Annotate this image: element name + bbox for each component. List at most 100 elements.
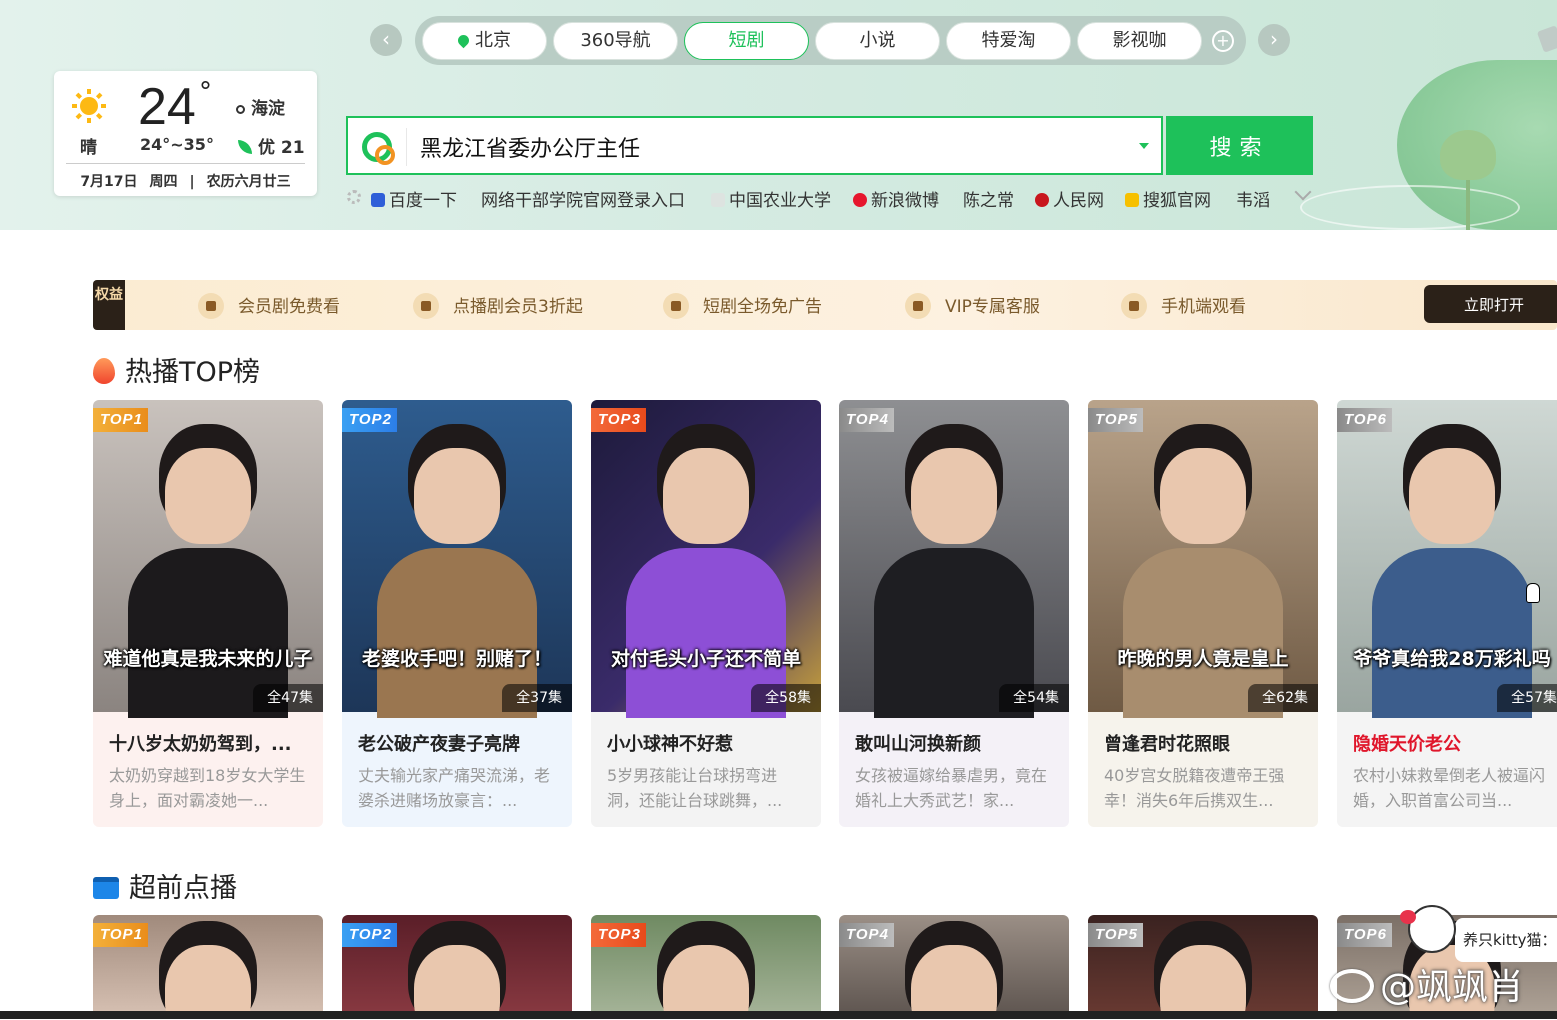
drama-title: 敢叫山河换新颜 bbox=[855, 734, 981, 755]
date-separator: | bbox=[189, 174, 195, 190]
drama-poster bbox=[165, 945, 251, 1019]
plus-circle-icon[interactable]: + bbox=[1212, 30, 1234, 52]
episode-count: 全47集 bbox=[253, 684, 323, 712]
weekday: 周四 bbox=[149, 174, 178, 190]
current-temperature: 24 bbox=[138, 78, 196, 136]
divider bbox=[66, 163, 305, 164]
quick-link-baidu[interactable]: 百度一下 bbox=[371, 186, 457, 211]
quick-link-people[interactable]: 人民网 bbox=[1035, 186, 1104, 211]
drama-card[interactable]: TOP2 老婆收手吧！别赌了！ 全37集 老公破产夜妻子亮牌 丈夫输光家产痛哭流… bbox=[342, 400, 572, 827]
quick-link-cau[interactable]: 中国农业大学 bbox=[711, 186, 831, 211]
bow-icon bbox=[1400, 910, 1416, 924]
rank-badge: TOP6 bbox=[1337, 923, 1392, 947]
caret-down-icon[interactable] bbox=[1139, 143, 1149, 149]
temperature-range: 24°~35° bbox=[140, 135, 214, 154]
quick-link-chenzhichang[interactable]: 陈之常 bbox=[963, 186, 1014, 211]
location-icon bbox=[236, 105, 245, 114]
tab-beijing[interactable]: 北京 bbox=[422, 22, 547, 60]
gear-icon[interactable] bbox=[347, 190, 361, 204]
tab-yingshika[interactable]: 影视咖 bbox=[1077, 22, 1202, 60]
rank-badge: TOP4 bbox=[839, 923, 894, 947]
rank-badge: TOP1 bbox=[93, 923, 148, 947]
benefit-item[interactable]: VIP专属客服 bbox=[905, 292, 1040, 319]
poster-caption: 昨晚的男人竟是皇上 bbox=[1117, 648, 1289, 670]
ticket-icon bbox=[413, 293, 439, 319]
lunar-date: 农历六月廿三 bbox=[206, 174, 291, 190]
weather-widget[interactable]: 晴 24 ° 24°~35° 海淀 优 21 7月17日 周四 | 农历六月廿三 bbox=[54, 71, 317, 196]
degree-symbol: ° bbox=[199, 77, 212, 107]
rank-badge: TOP3 bbox=[591, 923, 646, 947]
rank-badge: TOP2 bbox=[342, 408, 397, 432]
no-ads-icon bbox=[663, 293, 689, 319]
drama-description: 丈夫输光家产痛哭流涕，老婆杀进赌场放豪言：... bbox=[358, 766, 551, 810]
rank-badge: TOP3 bbox=[591, 408, 646, 432]
water-ripple-decoration bbox=[1300, 185, 1520, 230]
drama-description: 女孩被逼嫁给暴虐男，竟在婚礼上大秀武艺！家... bbox=[855, 766, 1048, 810]
hello-kitty-icon[interactable] bbox=[1408, 905, 1456, 953]
benefit-item[interactable]: 手机端观看 bbox=[1121, 292, 1246, 319]
preview-card[interactable]: TOP2 bbox=[342, 915, 572, 1019]
poster-caption: 对付毛头小子还不简单 bbox=[610, 648, 801, 670]
episode-count: 全58集 bbox=[751, 684, 821, 712]
rank-badge: TOP5 bbox=[1088, 408, 1143, 432]
drama-title: 十八岁太奶奶驾到，... bbox=[109, 734, 292, 755]
preview-card[interactable]: TOP5 bbox=[1088, 915, 1318, 1019]
poster-caption: 爷爷真给我28万彩礼吗 bbox=[1353, 648, 1551, 670]
preview-card[interactable]: TOP3 bbox=[591, 915, 821, 1019]
pet-speech-bubble: 养只kitty猫： bbox=[1455, 918, 1557, 962]
episode-count: 全54集 bbox=[999, 684, 1069, 712]
drama-description: 5岁男孩能让台球拐弯进洞，还能让台球跳舞，... bbox=[607, 766, 783, 810]
search-box bbox=[346, 116, 1163, 175]
360-search-logo[interactable] bbox=[362, 132, 395, 165]
drama-card[interactable]: TOP4 全54集 敢叫山河换新颜 女孩被逼嫁给暴虐男，竟在婚礼上大秀武艺！家.… bbox=[839, 400, 1069, 827]
search-button[interactable]: 搜索 bbox=[1166, 116, 1313, 175]
weather-location[interactable]: 海淀 bbox=[236, 94, 285, 119]
episode-count: 全37集 bbox=[502, 684, 572, 712]
lotus-stem-decoration bbox=[1466, 175, 1470, 230]
vip-diamond-icon bbox=[905, 293, 931, 319]
quick-link-cadre-college[interactable]: 网络干部学院官网登录入口 bbox=[481, 186, 685, 211]
benefit-item[interactable]: 点播剧会员3折起 bbox=[413, 292, 583, 319]
benefit-item[interactable]: 会员剧免费看 bbox=[198, 292, 340, 319]
taskbar-edge bbox=[0, 1011, 1557, 1019]
skin-icon[interactable] bbox=[1536, 25, 1557, 53]
tab-teaitao[interactable]: 特爱淘 bbox=[946, 22, 1071, 60]
page-icon bbox=[711, 193, 725, 207]
section-title-hot: 热播TOP榜 bbox=[93, 350, 260, 389]
tab-360-nav[interactable]: 360导航 bbox=[553, 22, 678, 60]
drama-description: 40岁宫女脱籍夜遭帝王强幸！消失6年后携双生... bbox=[1104, 766, 1285, 810]
air-quality: 优 21 bbox=[238, 133, 305, 158]
tab-short-drama[interactable]: 短剧 bbox=[684, 22, 809, 60]
search-input[interactable] bbox=[420, 130, 1120, 164]
sun-icon bbox=[72, 89, 106, 123]
preview-card[interactable]: TOP1 bbox=[93, 915, 323, 1019]
rank-badge: TOP4 bbox=[839, 408, 894, 432]
weibo-logo-icon bbox=[1330, 969, 1374, 1003]
section-title-preview: 超前点播 bbox=[93, 866, 237, 905]
people-daily-icon bbox=[1035, 193, 1049, 207]
phone-icon bbox=[1121, 293, 1147, 319]
open-now-button[interactable]: 立即打开 bbox=[1424, 285, 1557, 323]
tv-icon bbox=[198, 293, 224, 319]
chevron-right-icon[interactable]: › bbox=[1258, 24, 1290, 56]
tab-novel[interactable]: 小说 bbox=[815, 22, 940, 60]
drama-card[interactable]: TOP1 难道他真是我未来的儿子 全47集 十八岁太奶奶驾到，... 太奶奶穿越… bbox=[93, 400, 323, 827]
poster-caption: 老婆收手吧！别赌了！ bbox=[361, 648, 552, 670]
quick-link-sohu[interactable]: 搜狐官网 bbox=[1125, 186, 1211, 211]
preview-card[interactable]: TOP4 bbox=[839, 915, 1069, 1019]
rank-badge: TOP6 bbox=[1337, 408, 1392, 432]
episode-count: 全57集 bbox=[1497, 684, 1557, 712]
quick-link-weitao[interactable]: 韦滔 bbox=[1236, 186, 1270, 211]
quick-link-weibo[interactable]: 新浪微博 bbox=[853, 186, 939, 211]
date: 7月17日 bbox=[80, 174, 138, 190]
top-nav-tabs: 北京 360导航 短剧 小说 特爱淘 影视咖 + bbox=[415, 16, 1246, 65]
benefit-item[interactable]: 短剧全场免广告 bbox=[663, 292, 822, 319]
drama-poster bbox=[663, 945, 749, 1019]
leaf-icon bbox=[238, 140, 252, 154]
chevron-left-icon[interactable]: ‹ bbox=[370, 24, 402, 56]
drama-title: 老公破产夜妻子亮牌 bbox=[358, 734, 520, 755]
drama-card[interactable]: TOP5 昨晚的男人竟是皇上 全62集 曾逢君时花照眼 40岁宫女脱籍夜遭帝王强… bbox=[1088, 400, 1318, 827]
drama-card[interactable]: TOP6 爷爷真给我28万彩礼吗 全57集 隐婚天价老公 农村小妹救晕倒老人被逼… bbox=[1337, 400, 1557, 827]
drama-card[interactable]: TOP3 对付毛头小子还不简单 全58集 小小球神不好惹 5岁男孩能让台球拐弯进… bbox=[591, 400, 821, 827]
weibo-watermark: @飒飒肖 bbox=[1330, 958, 1524, 1010]
